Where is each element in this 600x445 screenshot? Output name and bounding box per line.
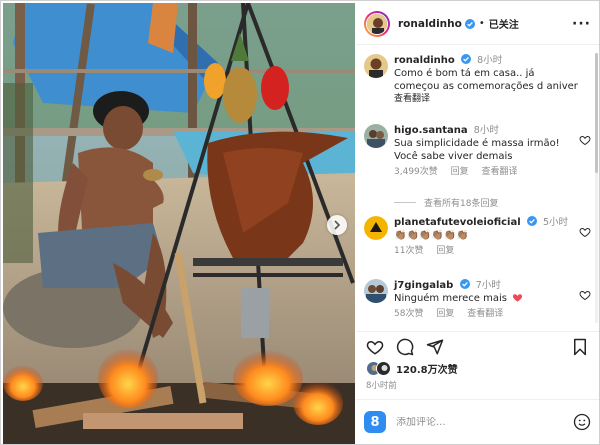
caption-translate-link[interactable]: 查看翻译 — [394, 93, 593, 106]
comment-time: 7小时 — [475, 280, 501, 291]
comment-meta: 11次赞 回复 — [394, 245, 593, 258]
caption-item: ronaldinho 8小时 Como é bom tá em casa.. j… — [364, 54, 593, 106]
verified-badge-icon — [459, 279, 470, 289]
share-icon[interactable] — [426, 338, 444, 356]
more-options-icon[interactable]: ··· — [572, 16, 591, 32]
reply-button[interactable]: 回复 — [436, 309, 454, 319]
view-replies-link[interactable]: 查看所有18条回复 — [394, 196, 498, 209]
post-header: ronaldinho • 已关注 ··· — [356, 3, 599, 45]
comment-text-line1: Sua simplicidade é massa irmão! — [394, 138, 560, 149]
caption-text-line2: começou as comemorações d aniver — [394, 81, 578, 92]
following-button[interactable]: 已关注 — [489, 16, 519, 31]
comment-likes[interactable]: 3,499次赞 — [394, 167, 438, 177]
replies-line — [394, 202, 416, 203]
red-heart-icon — [513, 294, 523, 302]
comment-item: higo.santana 8小时 Sua simplicidade é mass… — [364, 124, 593, 179]
author-username[interactable]: ronaldinho — [398, 18, 462, 30]
translate-link[interactable]: 查看翻译 — [482, 167, 518, 177]
heart-icon[interactable] — [579, 134, 591, 146]
comment-meta: 58次赞 回复 查看翻译 — [394, 308, 593, 321]
comment-text: Ninguém merece mais — [394, 293, 507, 304]
verified-badge-icon — [526, 216, 537, 226]
scrollbar-thumb[interactable] — [595, 53, 598, 173]
commenter-avatar[interactable] — [364, 279, 388, 303]
photo-illustration — [3, 3, 355, 444]
comment-item: planetafutevoleioficial 5小时 👏🏽👏🏽👏🏽👏🏽👏🏽👏🏽… — [364, 216, 593, 258]
reply-button[interactable]: 回复 — [451, 167, 469, 177]
caption-time: 8小时 — [477, 55, 503, 66]
verified-badge-icon — [464, 18, 475, 29]
app-logo-icon: 8 — [364, 411, 386, 433]
comment-meta: 3,499次赞 回复 查看翻译 — [394, 166, 593, 179]
comment-input[interactable] — [396, 416, 573, 428]
comments-scrollbar[interactable] — [595, 53, 598, 323]
separator-dot: • — [478, 18, 485, 29]
liker-avatar — [376, 361, 391, 376]
comment-text-line2: Você sabe viver demais — [394, 151, 513, 162]
next-photo-button[interactable] — [327, 215, 347, 235]
commenter-avatar[interactable] — [364, 216, 388, 240]
view-replies-label: 查看所有18条回复 — [424, 199, 499, 209]
comment-text-line1: 👏🏽👏🏽👏🏽👏🏽👏🏽👏🏽 — [394, 230, 469, 241]
emoji-icon[interactable] — [573, 413, 591, 431]
comment-time: 8小时 — [473, 125, 499, 136]
caption-text-line1: Como é bom tá em casa.. já — [394, 68, 535, 79]
comment-icon[interactable] — [396, 338, 414, 356]
comment-item: j7gingalab 7小时 Ninguém merece mais 58次赞 … — [364, 279, 593, 321]
comment-likes[interactable]: 58次赞 — [394, 309, 423, 319]
chevron-right-icon — [334, 220, 341, 230]
comment-username[interactable]: j7gingalab — [394, 280, 453, 291]
translate-link[interactable]: 查看翻译 — [467, 309, 503, 319]
instagram-post-window: ronaldinho • 已关注 ··· ronaldinho 8小时 Como… — [0, 0, 600, 445]
author-avatar[interactable] — [364, 54, 388, 78]
author-avatar[interactable] — [364, 10, 390, 37]
commenter-avatar[interactable] — [364, 124, 388, 148]
heart-icon[interactable] — [366, 338, 384, 356]
bookmark-icon[interactable] — [571, 338, 589, 356]
add-comment-bar: 8 — [356, 399, 599, 444]
comment-username[interactable]: higo.santana — [394, 125, 468, 136]
posted-time: 8小时前 — [366, 381, 397, 391]
post-photo[interactable] — [3, 3, 355, 444]
heart-icon[interactable] — [579, 289, 591, 301]
likes-summary[interactable]: 120.8万次赞 — [366, 361, 458, 376]
reply-button[interactable]: 回复 — [436, 246, 454, 256]
verified-badge-icon — [460, 54, 471, 64]
likes-count[interactable]: 120.8万次赞 — [396, 361, 458, 376]
comment-likes[interactable]: 11次赞 — [394, 246, 423, 256]
comment-username[interactable]: planetafutevoleioficial — [394, 217, 521, 228]
comment-text-line1: Ninguém merece mais — [394, 292, 593, 305]
heart-icon[interactable] — [579, 226, 591, 238]
post-actions-bar — [356, 331, 599, 361]
comment-time: 5小时 — [543, 217, 569, 228]
caption-username[interactable]: ronaldinho — [394, 55, 455, 66]
comments-list[interactable]: ronaldinho 8小时 Como é bom tá em casa.. j… — [356, 46, 599, 329]
post-side-panel: ronaldinho • 已关注 ··· ronaldinho 8小时 Como… — [356, 3, 599, 444]
